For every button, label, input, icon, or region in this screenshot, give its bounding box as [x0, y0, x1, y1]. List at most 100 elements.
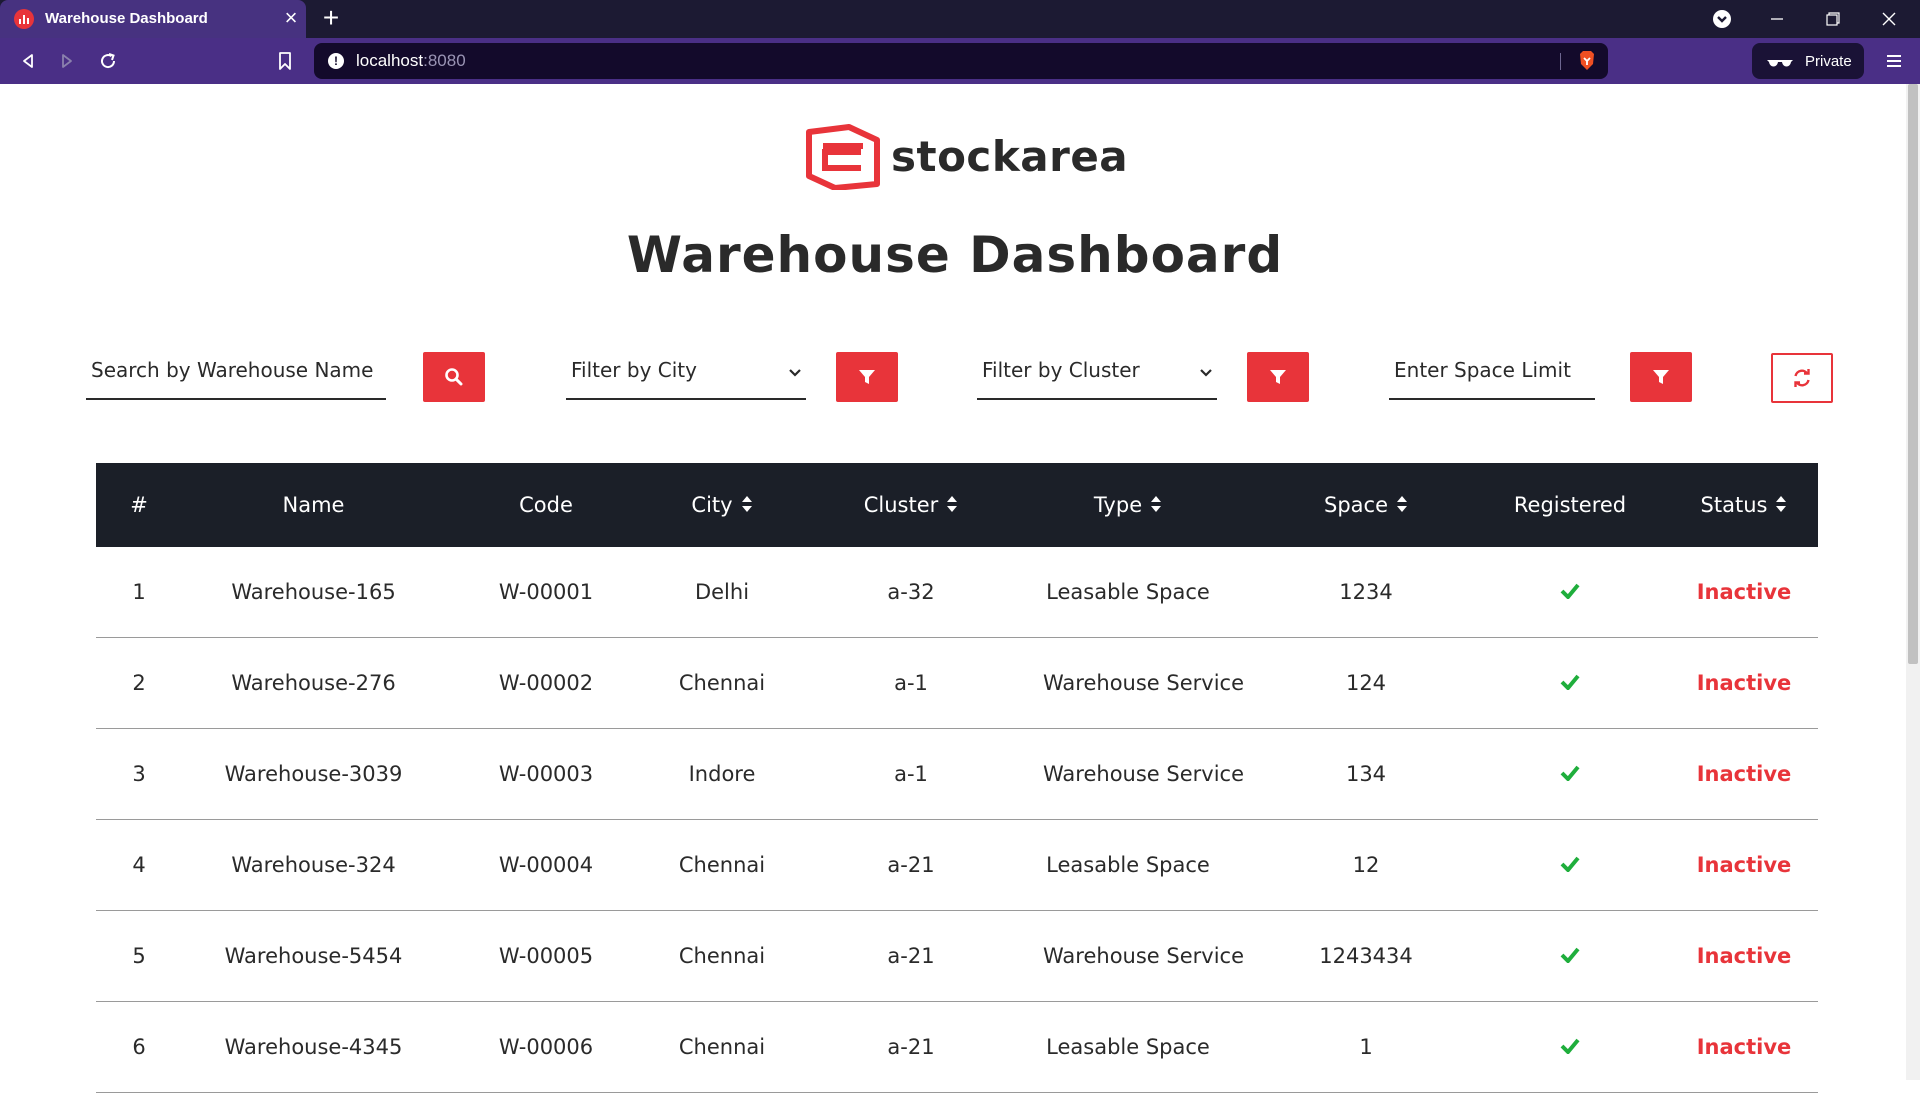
private-glasses-icon	[1766, 55, 1794, 74]
page-scrollbar[interactable]	[1906, 84, 1920, 1080]
table-row[interactable]: 4 Warehouse-324 W-00004 Chennai a-21 Lea…	[96, 820, 1818, 911]
cell-code: W-00006	[498, 1035, 594, 1059]
checkmark-icon	[1560, 765, 1580, 781]
checkmark-icon	[1560, 1038, 1580, 1054]
cell-registered	[1480, 638, 1660, 729]
cell-space: 124	[1345, 671, 1387, 695]
tab-search-icon[interactable]	[1695, 0, 1749, 38]
browser-tab[interactable]: Warehouse Dashboard ×	[0, 0, 306, 38]
cell-name: Warehouse-4345	[224, 1035, 403, 1059]
cell-number: 3	[132, 762, 146, 786]
cell-name: Warehouse-5454	[224, 944, 403, 968]
sort-icon	[1397, 496, 1407, 512]
checkmark-icon	[1560, 947, 1580, 963]
filter-icon	[1270, 370, 1286, 384]
browser-menu-icon[interactable]	[1880, 47, 1908, 75]
table-row[interactable]: 3 Warehouse-3039 W-00003 Indore a-1 Ware…	[96, 729, 1818, 820]
sort-icon	[1776, 496, 1787, 512]
cell-space: 1	[1359, 1035, 1373, 1059]
private-window-badge[interactable]: Private	[1752, 43, 1864, 79]
city-filter-select[interactable]: Filter by City	[566, 350, 806, 400]
cell-status: Inactive	[1696, 671, 1792, 695]
url-text: localhost:8080	[356, 51, 466, 71]
cell-type: Warehouse Service	[1043, 671, 1244, 695]
scrollbar-thumb[interactable]	[1908, 84, 1918, 664]
cell-name: Warehouse-324	[231, 853, 396, 877]
cell-type: Warehouse Service	[1043, 762, 1244, 786]
sort-icon	[1151, 496, 1162, 512]
bookmark-icon[interactable]	[270, 47, 300, 75]
sort-icon	[947, 496, 958, 512]
city-filter-placeholder: Filter by City	[571, 358, 697, 382]
cell-city: Chennai	[678, 944, 766, 968]
space-filter-button[interactable]	[1630, 352, 1692, 402]
tab-title: Warehouse Dashboard	[45, 10, 208, 27]
cell-code: W-00002	[498, 671, 594, 695]
reload-icon[interactable]	[93, 47, 123, 75]
cell-status: Inactive	[1696, 853, 1792, 877]
site-info-icon[interactable]: !	[328, 53, 344, 69]
logo-text: stockarea	[891, 132, 1129, 181]
new-tab-button[interactable]: +	[318, 3, 344, 33]
cell-type: Leasable Space	[1046, 580, 1210, 604]
cell-code: W-00003	[498, 762, 594, 786]
page-content: stockarea Warehouse Dashboard Search by …	[0, 84, 1920, 1093]
cell-code: W-00004	[498, 853, 594, 877]
col-header-type[interactable]: Type	[1043, 463, 1213, 547]
back-icon[interactable]	[13, 47, 43, 75]
cell-name: Warehouse-3039	[224, 762, 403, 786]
cell-status: Inactive	[1696, 1035, 1792, 1059]
cell-city: Delhi	[694, 580, 750, 604]
private-label: Private	[1805, 53, 1852, 70]
brave-shield-icon[interactable]	[1576, 50, 1598, 72]
table-row[interactable]: 2 Warehouse-276 W-00002 Chennai a-1 Ware…	[96, 638, 1818, 729]
forward-icon[interactable]	[52, 47, 82, 75]
table-row[interactable]: 1 Warehouse-165 W-00001 Delhi a-32 Leasa…	[96, 547, 1818, 638]
cell-name: Warehouse-276	[231, 671, 396, 695]
checkmark-icon	[1560, 674, 1580, 690]
browser-toolbar: ! localhost:8080 Private	[0, 38, 1920, 84]
filter-icon	[1653, 370, 1669, 384]
table-row[interactable]: 5 Warehouse-5454 W-00005 Chennai a-21 Wa…	[96, 911, 1818, 1002]
table-row[interactable]: 6 Warehouse-4345 W-00006 Chennai a-21 Le…	[96, 1002, 1818, 1093]
close-window-icon[interactable]	[1862, 0, 1916, 38]
col-header-city[interactable]: City	[656, 463, 788, 547]
space-limit-placeholder: Enter Space Limit	[1394, 358, 1571, 382]
cell-registered	[1480, 1002, 1660, 1093]
cell-code: W-00005	[498, 944, 594, 968]
cell-city: Chennai	[678, 853, 766, 877]
search-button[interactable]	[423, 352, 485, 402]
tab-close-icon[interactable]: ×	[280, 6, 302, 30]
col-header-space[interactable]: Space	[1296, 463, 1436, 547]
checkmark-icon	[1560, 583, 1580, 599]
col-header-number: #	[130, 493, 148, 517]
cell-type: Leasable Space	[1046, 1035, 1210, 1059]
url-host: localhost	[356, 51, 424, 70]
cell-status: Inactive	[1696, 762, 1792, 786]
col-header-name: Name	[282, 493, 345, 517]
restore-icon[interactable]	[1806, 0, 1860, 38]
col-header-status[interactable]: Status	[1664, 463, 1824, 547]
cell-cluster: a-21	[887, 944, 935, 968]
cluster-filter-select[interactable]: Filter by Cluster	[977, 350, 1217, 400]
cell-space: 1243434	[1319, 944, 1413, 968]
city-filter-button[interactable]	[836, 352, 898, 402]
address-bar[interactable]: ! localhost:8080	[314, 43, 1608, 79]
checkmark-icon	[1560, 856, 1580, 872]
stockarea-logo-icon	[806, 124, 880, 190]
col-header-cluster[interactable]: Cluster	[836, 463, 986, 547]
cell-status: Inactive	[1696, 580, 1792, 604]
space-limit-input[interactable]: Enter Space Limit	[1389, 350, 1595, 400]
warehouse-table: # Name Code City Cluster Type Space Regi…	[96, 463, 1818, 1093]
warehouse-search-input[interactable]: Search by Warehouse Name	[86, 350, 386, 400]
cell-space: 134	[1345, 762, 1387, 786]
cell-registered	[1480, 820, 1660, 911]
cluster-filter-button[interactable]	[1247, 352, 1309, 402]
sort-icon	[741, 496, 752, 512]
minimize-icon[interactable]	[1750, 0, 1804, 38]
reset-filters-button[interactable]	[1771, 353, 1833, 403]
cell-registered	[1480, 911, 1660, 1002]
cell-space: 1234	[1339, 580, 1393, 604]
stockarea-favicon-icon	[14, 9, 34, 29]
cell-cluster: a-21	[887, 853, 935, 877]
